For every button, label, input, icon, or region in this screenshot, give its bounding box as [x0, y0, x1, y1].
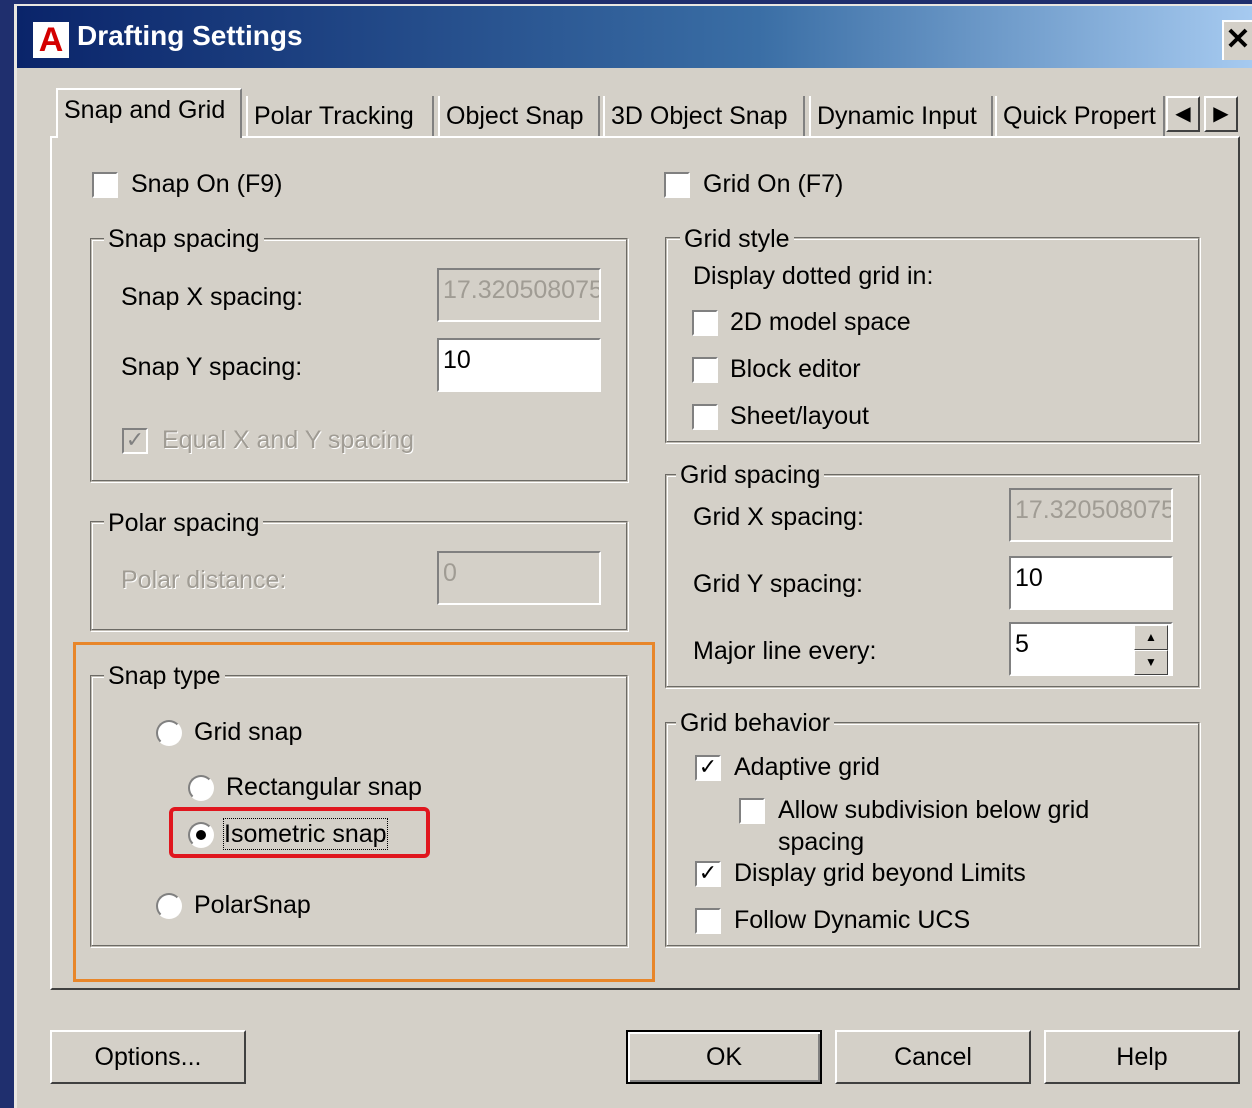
major-line-label: Major line every: [693, 637, 877, 665]
allow-subdivision-checkbox[interactable] [739, 798, 765, 824]
snap-on-label[interactable]: Snap On (F9) [131, 169, 282, 199]
close-button[interactable]: ✕ [1222, 20, 1252, 60]
model-space-checkbox[interactable] [692, 310, 718, 336]
follow-dynamic-ucs-checkbox[interactable] [695, 908, 721, 934]
model-space-label[interactable]: 2D model space [730, 307, 911, 337]
tab-object-snap[interactable]: Object Snap [438, 96, 600, 138]
title-bar[interactable]: A Drafting Settings ✕ [17, 6, 1252, 68]
grid-x-field: 17.32050807568877 [1009, 488, 1173, 542]
spin-down-icon[interactable]: ▼ [1134, 650, 1168, 675]
grid-spacing-legend: Grid spacing [676, 460, 825, 490]
tab-snap-and-grid[interactable]: Snap and Grid [56, 88, 242, 138]
tab-3d-object-snap[interactable]: 3D Object Snap [603, 96, 805, 138]
block-editor-label[interactable]: Block editor [730, 354, 861, 384]
tab-dynamic-input[interactable]: Dynamic Input [809, 96, 993, 138]
grid-on-checkbox[interactable] [664, 172, 690, 198]
adaptive-grid-checkbox[interactable]: ✓ [695, 755, 721, 781]
polar-distance-label: Polar distance: [121, 566, 287, 594]
grid-y-field[interactable]: 10 [1009, 556, 1173, 610]
display-beyond-limits-label[interactable]: Display grid beyond Limits [734, 858, 1026, 888]
window-title: Drafting Settings [77, 20, 303, 51]
equal-xy-checkbox: ✓ [122, 428, 148, 454]
grid-x-label: Grid X spacing: [693, 503, 864, 531]
tab-polar-tracking[interactable]: Polar Tracking [246, 96, 434, 138]
help-button[interactable]: Help [1044, 1030, 1240, 1084]
polar-spacing-legend: Polar spacing [104, 508, 264, 538]
snap-spacing-legend: Snap spacing [104, 224, 264, 254]
allow-subdivision-label-line2[interactable]: spacing [778, 827, 864, 857]
options-button[interactable]: Options... [50, 1030, 246, 1084]
snap-x-field: 17.32050807568877 [437, 268, 601, 322]
grid-style-legend: Grid style [680, 224, 794, 254]
polar-distance-field: 0 [437, 551, 601, 605]
snap-y-field[interactable]: 10 [437, 338, 601, 392]
display-beyond-limits-checkbox[interactable]: ✓ [695, 861, 721, 887]
tab-scroll-left-icon[interactable]: ◀ [1166, 96, 1200, 132]
sheet-layout-label[interactable]: Sheet/layout [730, 401, 869, 431]
snap-x-label: Snap X spacing: [121, 283, 304, 311]
spin-up-icon[interactable]: ▲ [1134, 625, 1168, 650]
grid-y-label: Grid Y spacing: [693, 570, 864, 598]
grid-style-heading: Display dotted grid in: [693, 262, 934, 290]
equal-xy-label: Equal X and Y spacing [162, 426, 415, 454]
autocad-app-icon: A [33, 22, 69, 58]
cancel-button[interactable]: Cancel [835, 1030, 1031, 1084]
follow-dynamic-ucs-label[interactable]: Follow Dynamic UCS [734, 905, 970, 935]
allow-subdivision-label-line1[interactable]: Allow subdivision below grid [778, 795, 1089, 825]
adaptive-grid-label[interactable]: Adaptive grid [734, 752, 880, 782]
grid-on-label[interactable]: Grid On (F7) [703, 169, 843, 199]
grid-behavior-legend: Grid behavior [676, 708, 835, 738]
block-editor-checkbox[interactable] [692, 357, 718, 383]
isometric-snap-highlight [169, 807, 430, 858]
snap-y-label: Snap Y spacing: [121, 353, 303, 381]
ok-button[interactable]: OK [626, 1030, 822, 1084]
snap-on-checkbox[interactable] [92, 172, 118, 198]
tab-scroll-right-icon[interactable]: ▶ [1204, 96, 1238, 132]
sheet-layout-checkbox[interactable] [692, 404, 718, 430]
tab-quick-properties[interactable]: Quick Propert [995, 96, 1165, 138]
